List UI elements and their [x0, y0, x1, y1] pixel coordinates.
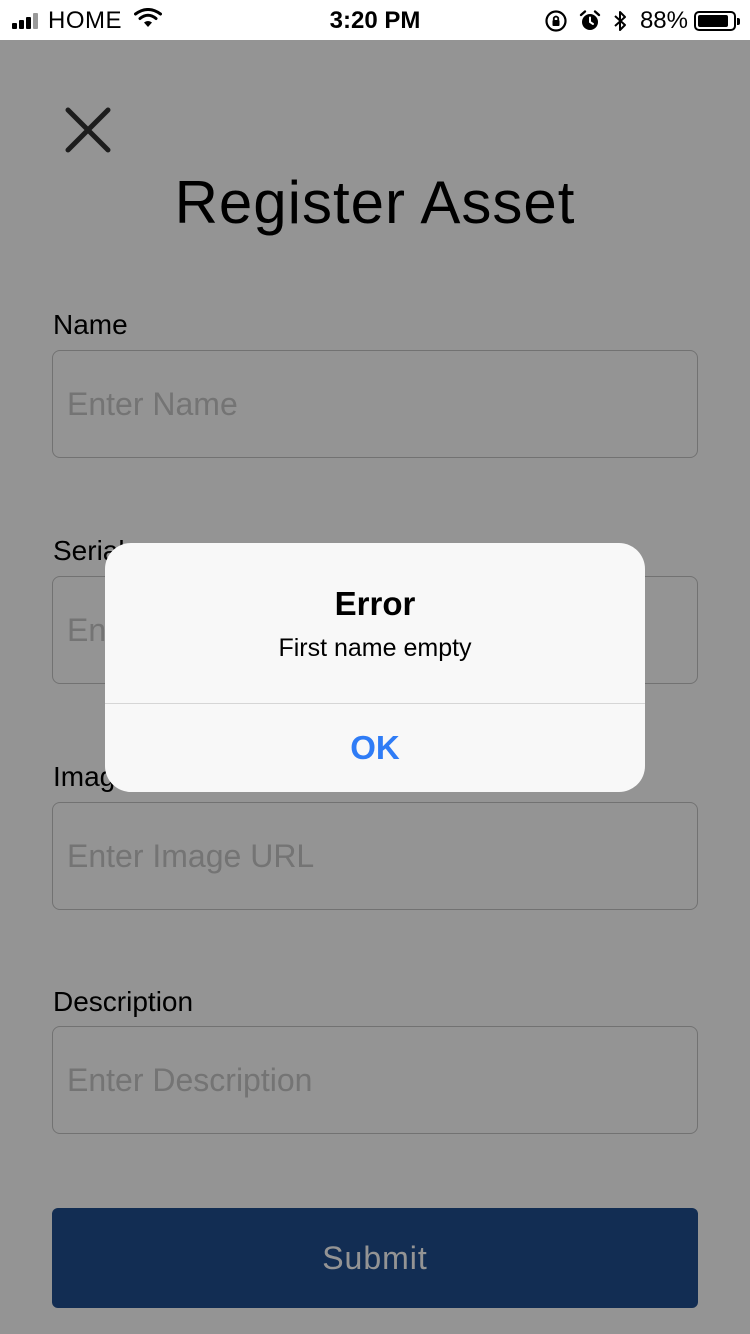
alert-ok-button[interactable]: OK	[105, 704, 645, 792]
alert-title: Error	[334, 585, 416, 622]
status-right: 88%	[534, 7, 740, 35]
alarm-icon	[578, 9, 602, 33]
alert-message: First name empty	[278, 634, 472, 662]
error-alert: Error First name empty OK	[105, 543, 645, 792]
bluetooth-icon	[612, 9, 628, 33]
battery-percentage: 88%	[639, 7, 688, 34]
orientation-lock-icon	[544, 9, 568, 33]
status-bar: HOME 3:20 PM 88%	[0, 0, 750, 40]
battery-icon	[694, 11, 740, 31]
